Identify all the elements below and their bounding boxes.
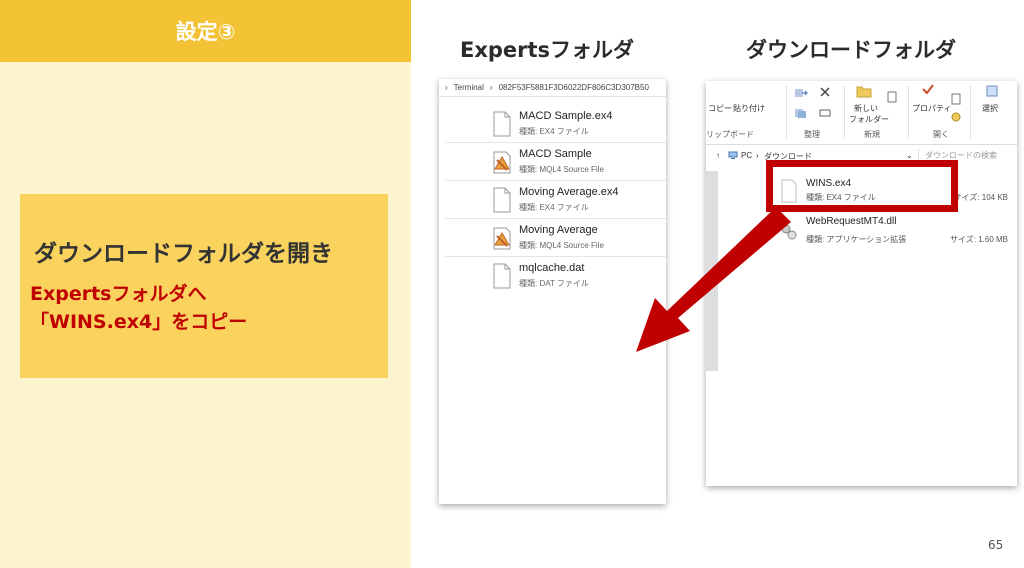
copy-direction-arrow bbox=[636, 207, 791, 352]
page-number: 65 bbox=[988, 538, 1004, 552]
